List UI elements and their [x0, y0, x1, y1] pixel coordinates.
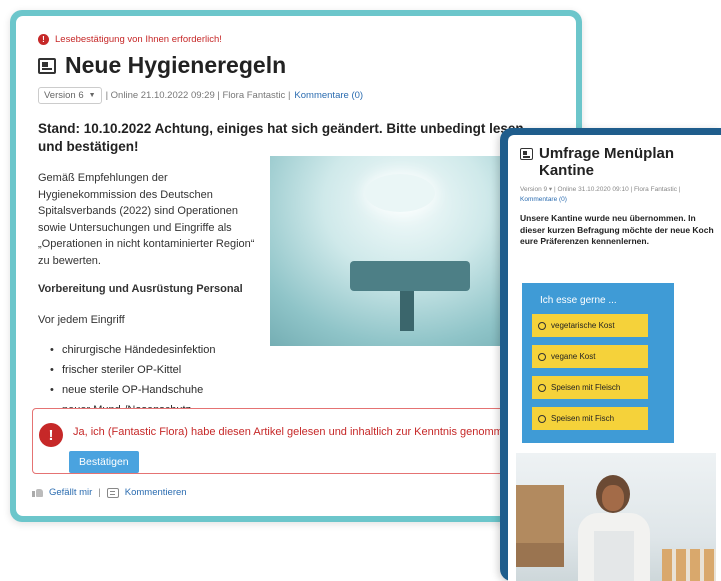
survey-meta: Version 9 ▾ | Online 31.10.2020 09:10 | … [520, 185, 716, 205]
jars [662, 549, 716, 581]
thumbs-up-icon[interactable] [32, 488, 43, 497]
option-vegan[interactable]: vegane Kost [532, 345, 648, 368]
warning-icon: ! [38, 34, 49, 45]
survey-intro: Unsere Kantine wurde neu übernommen. In … [520, 213, 714, 246]
cook-face [602, 485, 624, 511]
survey-box: Ich esse gerne ... vegetarische Kost veg… [522, 283, 674, 443]
chevron-down-icon: ▼ [88, 92, 96, 99]
operating-table [350, 261, 470, 291]
cook-photo [516, 453, 716, 581]
article-intro: Gemäß Empfehlungen der Hygienekommission… [38, 172, 255, 267]
comment-icon[interactable] [106, 487, 119, 498]
option-label: Speisen mit Fisch [551, 414, 615, 423]
survey-title-row: Umfrage Menüplan Kantine [520, 145, 721, 179]
radio-icon[interactable] [538, 352, 546, 361]
article-lead: Stand: 10.10.2022 Achtung, einiges hat s… [38, 121, 524, 154]
survey-panel: Umfrage Menüplan Kantine Version 9 ▾ | O… [508, 135, 721, 581]
article-window: ! Lesebestätigung von Ihnen erforderlich… [10, 10, 592, 522]
cook-apron [594, 531, 634, 581]
article-icon [520, 148, 533, 160]
article-actions: Gefällt mir | Kommentieren [32, 487, 187, 498]
read-confirmation-warning: ! Lesebestätigung von Ihnen erforderlich… [38, 34, 576, 45]
alert-icon: ! [39, 423, 63, 447]
option-meat[interactable]: Speisen mit Fleisch [532, 376, 648, 399]
confirm-button[interactable]: Bestätigen [69, 451, 139, 473]
version-select[interactable]: Version 6 ▼ [38, 87, 102, 104]
comments-link[interactable]: Kommentare (0) [520, 196, 567, 203]
article-title-row: Neue Hygieneregeln [38, 52, 576, 79]
shelf [516, 485, 564, 543]
option-label: vegetarische Kost [551, 321, 615, 330]
page-title: Neue Hygieneregeln [65, 52, 287, 78]
version-label[interactable]: Version 9 [520, 186, 547, 193]
like-link[interactable]: Gefällt mir [49, 487, 92, 498]
survey-window: Umfrage Menüplan Kantine Version 9 ▾ | O… [500, 128, 721, 581]
warning-text: Lesebestätigung von Ihnen erforderlich! [55, 34, 222, 45]
separator: | [98, 487, 101, 498]
comment-link[interactable]: Kommentieren [125, 487, 187, 498]
list-item: frischer steriler OP-Kittel [50, 360, 576, 380]
option-label: Speisen mit Fleisch [551, 383, 621, 392]
table-base [400, 291, 414, 331]
radio-icon[interactable] [538, 321, 546, 330]
survey-question: Ich esse gerne ... [540, 295, 617, 306]
radio-icon[interactable] [538, 383, 546, 392]
surgical-lamp [365, 174, 435, 212]
online-info: | Online 21.10.2022 09:29 | Flora Fantas… [105, 90, 291, 101]
online-info: | Online 31.10.2020 09:10 | Flora Fantas… [554, 186, 681, 193]
list-item: neue sterile OP-Handschuhe [50, 380, 576, 400]
comments-link[interactable]: Kommentare (0) [294, 90, 363, 101]
survey-title: Umfrage Menüplan Kantine [539, 145, 675, 179]
option-label: vegane Kost [551, 352, 596, 361]
option-vegetarian[interactable]: vegetarische Kost [532, 314, 648, 337]
article-meta: Version 6 ▼ | Online 21.10.2022 09:29 | … [38, 87, 576, 104]
option-fish[interactable]: Speisen mit Fisch [532, 407, 648, 430]
version-label: Version 6 [44, 90, 84, 101]
confirmation-text: Ja, ich (Fantastic Flora) habe diesen Ar… [73, 426, 519, 438]
article-icon [38, 57, 56, 74]
radio-icon[interactable] [538, 414, 546, 423]
